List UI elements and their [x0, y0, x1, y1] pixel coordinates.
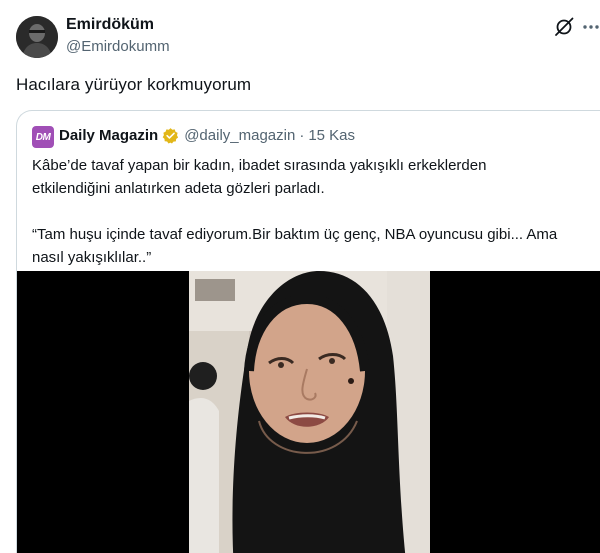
header-separator: · — [299, 127, 305, 144]
quoted-author-handle[interactable]: @daily_magazin — [184, 127, 295, 144]
quoted-tweet-video[interactable] — [17, 271, 600, 553]
video-frame — [189, 271, 430, 553]
author-name[interactable]: Emirdöküm — [66, 16, 154, 34]
more-horizontal-icon[interactable] — [582, 16, 600, 38]
quoted-text-line: nasıl yakışıklılar..” — [32, 249, 152, 266]
tweet[interactable]: Emirdöküm @Emirdokumm Hacılara yürüyor k… — [0, 0, 600, 553]
quoted-tweet[interactable]: DM Daily Magazin @daily_magazin · 15 Kas… — [16, 110, 600, 553]
author-handle[interactable]: @Emirdokumm — [66, 38, 170, 55]
quoted-tweet-header: Daily Magazin @daily_magazin · 15 Kas — [59, 127, 355, 144]
author-avatar[interactable] — [16, 16, 58, 58]
quoted-text-line: Kâbe’de tavaf yapan bir kadın, ibadet sı… — [32, 157, 487, 174]
quoted-author-name[interactable]: Daily Magazin — [59, 127, 158, 144]
quoted-author-logo[interactable]: DM — [32, 126, 54, 148]
quoted-tweet-text: Kâbe’de tavaf yapan bir kadın, ibadet sı… — [32, 154, 594, 269]
quoted-text-line: etkilendiğini anlatırken adeta gözleri p… — [32, 180, 325, 197]
gold-verified-badge-icon — [162, 127, 179, 144]
quoted-tweet-time[interactable]: 15 Kas — [308, 127, 355, 144]
grok-icon[interactable] — [553, 16, 575, 38]
tweet-text: Hacılara yürüyor korkmuyorum — [16, 75, 252, 94]
quoted-text-line: “Tam huşu içinde tavaf ediyorum.Bir bakt… — [32, 226, 558, 243]
